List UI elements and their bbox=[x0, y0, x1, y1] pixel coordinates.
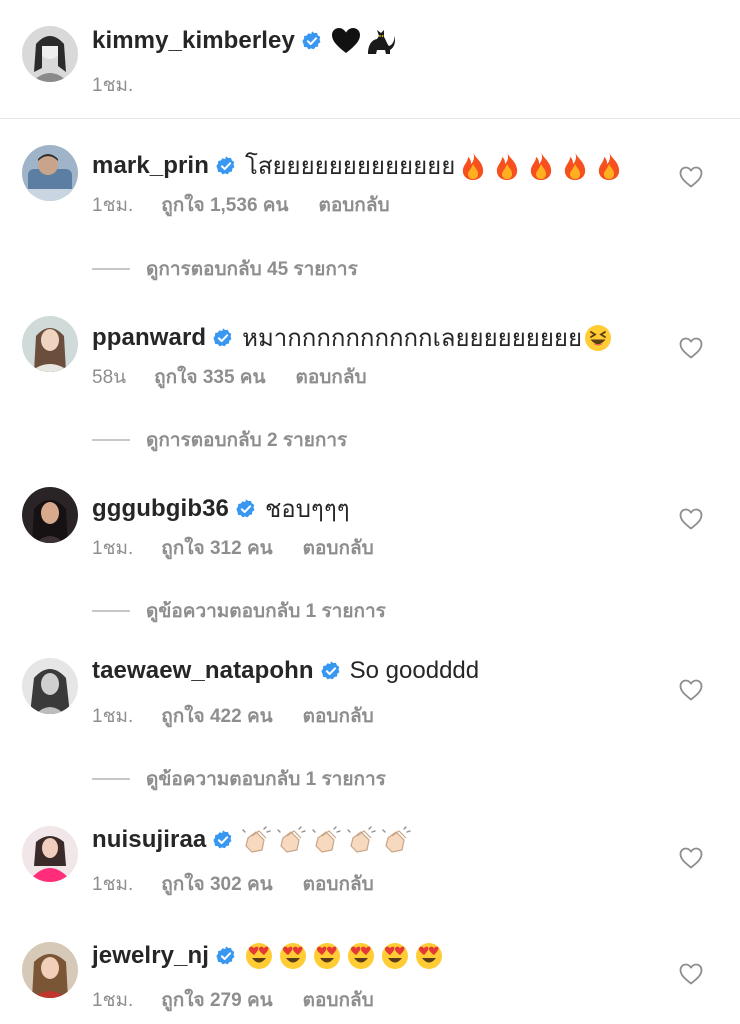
username[interactable]: taewaew_natapohn bbox=[92, 657, 314, 685]
timestamp: 1ชม. bbox=[92, 75, 134, 96]
emoji-group bbox=[245, 942, 443, 970]
fire-emoji-icon bbox=[599, 151, 620, 180]
view-replies-label: ดูการตอบกลับ 2 รายการ bbox=[146, 430, 348, 451]
comment-meta: 1ชม. ถูกใจ 279 คน ตอบกลับ bbox=[92, 985, 374, 1015]
avatar[interactable] bbox=[22, 942, 78, 998]
username[interactable]: mark_prin bbox=[92, 152, 209, 180]
emoji-group bbox=[459, 151, 623, 181]
likes-count[interactable]: ถูกใจ 279 คน bbox=[161, 985, 272, 1015]
post-caption: kimmy_kimberley 1ชม. bbox=[0, 0, 740, 119]
fire-emoji-icon bbox=[531, 151, 552, 180]
view-replies-label: ดูข้อความตอบกลับ 1 รายการ bbox=[146, 601, 386, 622]
fire-emoji-icon bbox=[463, 151, 484, 180]
comment-text: หมากกกกกกกกกกเลยยยยยยยยย bbox=[242, 325, 583, 352]
likes-count[interactable]: ถูกใจ 335 คน bbox=[154, 362, 265, 392]
view-replies-button[interactable]: ดูข้อความตอบกลับ 1 รายการ bbox=[92, 764, 386, 794]
view-replies-label: ดูข้อความตอบกลับ 1 รายการ bbox=[146, 769, 386, 790]
comment-text: โสยยยยยยยยยยยยย bbox=[244, 153, 456, 180]
view-replies-button[interactable]: ดูข้อความตอบกลับ 1 รายการ bbox=[92, 596, 386, 626]
avatar[interactable] bbox=[22, 487, 78, 543]
comment-line: jewelry_nj bbox=[92, 942, 443, 970]
comment-text: So goodddd bbox=[349, 657, 480, 684]
clap-emoji-icon bbox=[382, 826, 412, 853]
comment-meta: 1ชม. ถูกใจ 312 คน ตอบกลับ bbox=[92, 533, 374, 563]
clap-emoji-icon bbox=[277, 826, 307, 853]
username[interactable]: jewelry_nj bbox=[92, 942, 209, 970]
reply-button[interactable]: ตอบกลับ bbox=[303, 701, 374, 731]
comment-line: nuisujiraa bbox=[92, 826, 412, 854]
avatar[interactable] bbox=[22, 145, 78, 201]
timestamp: 1ชม. bbox=[92, 874, 134, 895]
fire-emoji-icon bbox=[565, 151, 586, 180]
comment-meta: 1ชม. ถูกใจ 302 คน ตอบกลับ bbox=[92, 869, 374, 899]
heart-eyes-emoji-icon bbox=[416, 943, 443, 969]
divider bbox=[92, 439, 130, 441]
comment-text: ชอบๆๆๆ bbox=[264, 496, 350, 523]
clap-emoji-icon bbox=[347, 826, 377, 853]
verified-badge-icon bbox=[216, 155, 235, 174]
likes-count[interactable]: ถูกใจ 422 คน bbox=[161, 701, 272, 731]
divider bbox=[92, 268, 130, 270]
username[interactable]: nuisujiraa bbox=[92, 826, 206, 854]
emoji-group bbox=[242, 826, 412, 854]
username[interactable]: kimmy_kimberley bbox=[92, 27, 295, 55]
caption-meta: 1ชม. bbox=[92, 70, 133, 100]
username[interactable]: gggubgib36 bbox=[92, 495, 229, 523]
caption-line: kimmy_kimberley bbox=[92, 26, 397, 56]
heart-outline-icon[interactable] bbox=[679, 337, 703, 359]
heart-outline-icon[interactable] bbox=[679, 963, 703, 985]
clap-emoji-icon bbox=[242, 826, 272, 853]
reply-button[interactable]: ตอบกลับ bbox=[296, 362, 367, 392]
heart-outline-icon[interactable] bbox=[679, 679, 703, 701]
username[interactable]: ppanward bbox=[92, 324, 206, 352]
divider bbox=[92, 610, 130, 612]
black-cat-emoji-icon bbox=[367, 30, 395, 54]
timestamp: 58น bbox=[92, 367, 127, 388]
reply-button[interactable]: ตอบกลับ bbox=[303, 985, 374, 1015]
avatar[interactable] bbox=[22, 658, 78, 714]
verified-badge-icon bbox=[216, 946, 235, 965]
timestamp: 1ชม. bbox=[92, 195, 134, 216]
comment-meta: 1ชม. ถูกใจ 422 คน ตอบกลับ bbox=[92, 701, 374, 731]
heart-outline-icon[interactable] bbox=[679, 508, 703, 530]
comment-line: mark_prin โสยยยยยยยยยยยยย bbox=[92, 146, 623, 185]
verified-badge-icon bbox=[302, 31, 321, 50]
timestamp: 1ชม. bbox=[92, 706, 134, 727]
heart-outline-icon[interactable] bbox=[679, 847, 703, 869]
black-heart-emoji-icon bbox=[331, 28, 360, 53]
comment-meta: 58น ถูกใจ 335 คน ตอบกลับ bbox=[92, 362, 367, 392]
avatar[interactable] bbox=[22, 826, 78, 882]
fire-emoji-icon bbox=[497, 151, 518, 180]
comment-line: gggubgib36 ชอบๆๆๆ bbox=[92, 489, 350, 528]
avatar[interactable] bbox=[22, 316, 78, 372]
timestamp: 1ชม. bbox=[92, 538, 134, 559]
heart-eyes-emoji-icon bbox=[314, 943, 341, 969]
heart-eyes-emoji-icon bbox=[382, 943, 409, 969]
comment-line: ppanward หมากกกกกกกกกกเลยยยยยยยยย bbox=[92, 318, 612, 357]
view-replies-button[interactable]: ดูการตอบกลับ 45 รายการ bbox=[92, 254, 358, 284]
avatar[interactable] bbox=[22, 26, 78, 82]
heart-eyes-emoji-icon bbox=[246, 943, 273, 969]
laughing-emoji-icon bbox=[585, 324, 612, 351]
likes-count[interactable]: ถูกใจ 1,536 คน bbox=[161, 190, 288, 220]
heart-outline-icon[interactable] bbox=[679, 166, 703, 188]
heart-eyes-emoji-icon bbox=[280, 943, 307, 969]
reply-button[interactable]: ตอบกลับ bbox=[303, 533, 374, 563]
timestamp: 1ชม. bbox=[92, 990, 134, 1011]
verified-badge-icon bbox=[213, 830, 232, 849]
verified-badge-icon bbox=[321, 661, 340, 680]
heart-eyes-emoji-icon bbox=[348, 943, 375, 969]
reply-button[interactable]: ตอบกลับ bbox=[319, 190, 390, 220]
verified-badge-icon bbox=[213, 327, 232, 346]
verified-badge-icon bbox=[236, 498, 255, 517]
reply-button[interactable]: ตอบกลับ bbox=[303, 869, 374, 899]
likes-count[interactable]: ถูกใจ 302 คน bbox=[161, 869, 272, 899]
divider bbox=[92, 778, 130, 780]
view-replies-label: ดูการตอบกลับ 45 รายการ bbox=[146, 259, 358, 280]
likes-count[interactable]: ถูกใจ 312 คน bbox=[161, 533, 272, 563]
comment-line: taewaew_natapohn So goodddd bbox=[92, 657, 479, 685]
view-replies-button[interactable]: ดูการตอบกลับ 2 รายการ bbox=[92, 425, 347, 455]
comment-meta: 1ชม. ถูกใจ 1,536 คน ตอบกลับ bbox=[92, 190, 390, 220]
clap-emoji-icon bbox=[312, 826, 342, 853]
